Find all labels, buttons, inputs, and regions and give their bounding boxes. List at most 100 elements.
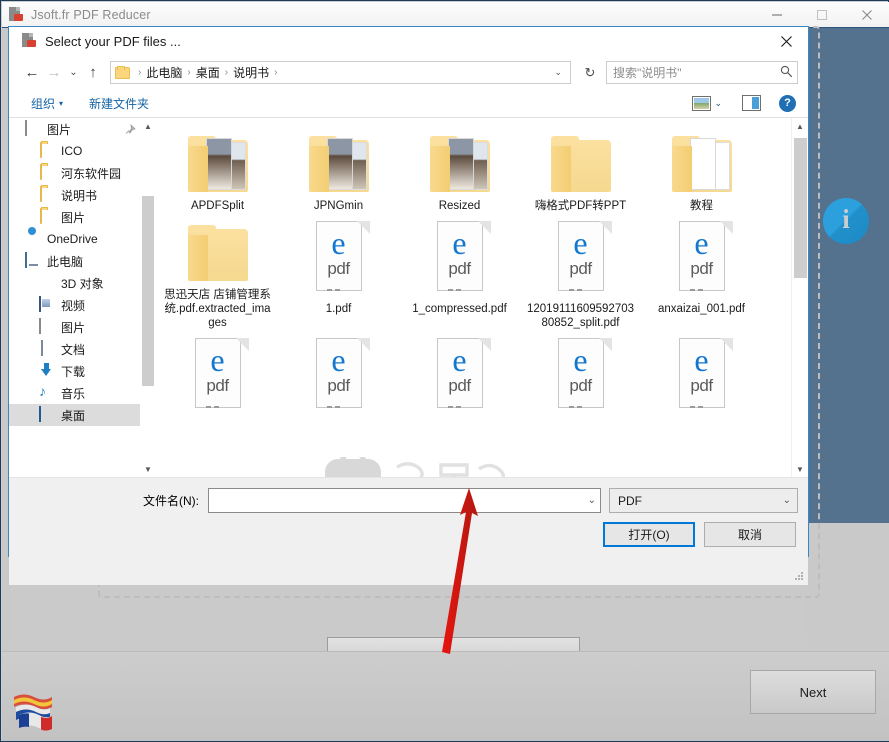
pdf-file-icon: e pdf bbox=[550, 338, 612, 414]
breadcrumb[interactable]: › 此电脑 › 桌面 › 说明书 › ⌄ bbox=[110, 61, 571, 84]
forward-button[interactable]: → bbox=[43, 62, 65, 84]
flags-language-icon[interactable] bbox=[10, 689, 56, 733]
file-name: Resized bbox=[438, 200, 481, 212]
help-icon[interactable]: ? bbox=[779, 94, 796, 112]
file-item[interactable]: e pdf anxaizai_001.pdf bbox=[641, 213, 762, 330]
information-icon[interactable]: i bbox=[823, 198, 869, 244]
view-options-icon[interactable] bbox=[692, 95, 712, 111]
preview-pane-icon[interactable] bbox=[742, 95, 761, 111]
nav-item-图片[interactable]: 图片 bbox=[9, 316, 156, 338]
file-item[interactable]: APDFSplit bbox=[157, 124, 278, 213]
pdf-file-icon: e pdf bbox=[308, 221, 370, 297]
file-item[interactable]: e pdf bbox=[278, 330, 399, 419]
open-button[interactable]: 打开(O) bbox=[603, 522, 695, 547]
organize-menu[interactable]: 组织 ▾ bbox=[31, 95, 63, 112]
recent-locations-button[interactable]: ⌄ bbox=[65, 62, 82, 84]
nav-item-河东软件园[interactable]: 河东软件园 bbox=[9, 162, 156, 184]
dialog-close-button[interactable] bbox=[764, 27, 808, 56]
nav-item-音乐[interactable]: ♪ 音乐 bbox=[9, 382, 156, 404]
nav-item-label: 音乐 bbox=[61, 386, 86, 401]
file-item[interactable]: 教程 bbox=[641, 124, 762, 213]
filename-input[interactable]: ⌄ bbox=[208, 488, 601, 513]
back-button[interactable]: ← bbox=[21, 62, 43, 84]
cancel-button[interactable]: 取消 bbox=[704, 522, 796, 547]
nav-item-下载[interactable]: 下载 bbox=[9, 360, 156, 382]
file-name: 嗨格式PDF转PPT bbox=[534, 200, 627, 212]
command-bar-right: ⌄ ? bbox=[692, 94, 808, 112]
navigation-pane: 图片 ICO 河东软件园 说明书 图片 OneDrive 此电脑 3D 对象 视频 图片 文档 下载 ♪… bbox=[9, 118, 157, 477]
file-item[interactable]: e pdf 1.pdf bbox=[278, 213, 399, 330]
file-item[interactable]: e pdf bbox=[399, 330, 520, 419]
file-scroll-thumb[interactable] bbox=[794, 138, 807, 278]
file-name: 教程 bbox=[690, 200, 713, 212]
nav-item-3D 对象[interactable]: 3D 对象 bbox=[9, 272, 156, 294]
pin-icon[interactable] bbox=[125, 123, 136, 135]
app-title-text: Jsoft.fr PDF Reducer bbox=[31, 7, 151, 22]
search-input[interactable]: 搜索"说明书" bbox=[606, 61, 798, 84]
file-item[interactable]: e pdf 1201911160959270380852_split.pdf bbox=[520, 213, 641, 330]
scroll-up-icon[interactable]: ▲ bbox=[140, 118, 156, 135]
navigation-scrollbar[interactable]: ▲ ▼ bbox=[140, 118, 156, 477]
next-button[interactable]: Next bbox=[750, 670, 876, 714]
nav-item-桌面[interactable]: 桌面 bbox=[9, 404, 156, 426]
folder-icon bbox=[424, 132, 496, 194]
file-item[interactable]: JPNGmin bbox=[278, 124, 399, 213]
scroll-up-icon[interactable]: ▲ bbox=[792, 118, 808, 135]
cube-icon bbox=[39, 275, 55, 291]
nav-item-label: 图片 bbox=[61, 210, 86, 225]
app-title-icon bbox=[9, 6, 25, 23]
file-item[interactable]: e pdf bbox=[520, 330, 641, 419]
nav-item-文档[interactable]: 文档 bbox=[9, 338, 156, 360]
dialog-buttons: 打开(O) 取消 bbox=[603, 522, 796, 547]
filename-row: 文件名(N): ⌄ PDF ⌄ bbox=[21, 488, 798, 513]
nav-item-此电脑[interactable]: 此电脑 bbox=[9, 250, 156, 272]
file-list-pane[interactable]: APDFSplit JPNGmin Resized 嗨格式PDF转PPT 教程思迅天店 … bbox=[157, 118, 808, 477]
scroll-down-icon[interactable]: ▼ bbox=[792, 461, 808, 477]
nav-item-label: OneDrive bbox=[47, 232, 98, 246]
minimize-button[interactable] bbox=[754, 2, 799, 28]
breadcrumb-item-1[interactable]: 桌面 bbox=[196, 64, 220, 81]
file-item[interactable]: e pdf bbox=[157, 330, 278, 419]
up-button[interactable]: ↑ bbox=[82, 62, 104, 84]
nav-item-label: 下载 bbox=[61, 364, 86, 379]
breadcrumb-item-0[interactable]: 此电脑 bbox=[146, 64, 182, 81]
breadcrumb-item-2[interactable]: 说明书 bbox=[233, 64, 269, 81]
resize-grip[interactable] bbox=[793, 570, 805, 582]
nav-item-label: ICO bbox=[61, 144, 83, 158]
maximize-button[interactable] bbox=[799, 2, 844, 28]
file-list-scrollbar[interactable]: ▲ ▼ bbox=[791, 118, 808, 477]
breadcrumb-dropdown-icon[interactable]: ⌄ bbox=[550, 67, 568, 78]
app-footer-bar: Next bbox=[2, 651, 889, 741]
info-glyph: i bbox=[842, 204, 850, 234]
dialog-title-icon bbox=[22, 32, 37, 51]
folder-icon bbox=[39, 186, 55, 203]
file-item[interactable]: Resized bbox=[399, 124, 520, 213]
navigation-scroll-thumb[interactable] bbox=[142, 196, 154, 386]
chevron-down-icon[interactable]: ⌄ bbox=[714, 98, 722, 109]
scroll-down-icon[interactable]: ▼ bbox=[140, 461, 156, 477]
nav-item-图片[interactable]: 图片 bbox=[9, 118, 156, 140]
breadcrumb-separator: › bbox=[187, 67, 191, 78]
nav-item-视频[interactable]: 视频 bbox=[9, 294, 156, 316]
folder-icon bbox=[182, 132, 254, 194]
nav-item-图片[interactable]: 图片 bbox=[9, 206, 156, 228]
breadcrumb-folder-icon bbox=[115, 65, 130, 79]
file-name: APDFSplit bbox=[190, 200, 245, 212]
nav-item-label: 图片 bbox=[47, 122, 72, 137]
refresh-button[interactable]: ↻ bbox=[579, 61, 601, 84]
pdf-file-icon: e pdf bbox=[187, 338, 249, 414]
pdf-file-icon: e pdf bbox=[429, 338, 491, 414]
pdf-file-icon: e pdf bbox=[550, 221, 612, 297]
file-item[interactable]: e pdf 1_compressed.pdf bbox=[399, 213, 520, 330]
nav-item-ICO[interactable]: ICO bbox=[9, 140, 156, 162]
new-folder-button[interactable]: 新建文件夹 bbox=[89, 95, 149, 112]
close-button[interactable] bbox=[844, 2, 889, 28]
file-item[interactable]: e pdf bbox=[641, 330, 762, 419]
chevron-down-icon[interactable]: ⌄ bbox=[583, 495, 596, 506]
file-item[interactable]: 嗨格式PDF转PPT bbox=[520, 124, 641, 213]
chevron-down-icon: ▾ bbox=[59, 98, 64, 108]
file-item[interactable]: 思迅天店 店铺管理系统.pdf.extracted_images bbox=[157, 213, 278, 330]
filetype-select[interactable]: PDF ⌄ bbox=[609, 488, 798, 513]
nav-item-OneDrive[interactable]: OneDrive bbox=[9, 228, 156, 250]
nav-item-说明书[interactable]: 说明书 bbox=[9, 184, 156, 206]
